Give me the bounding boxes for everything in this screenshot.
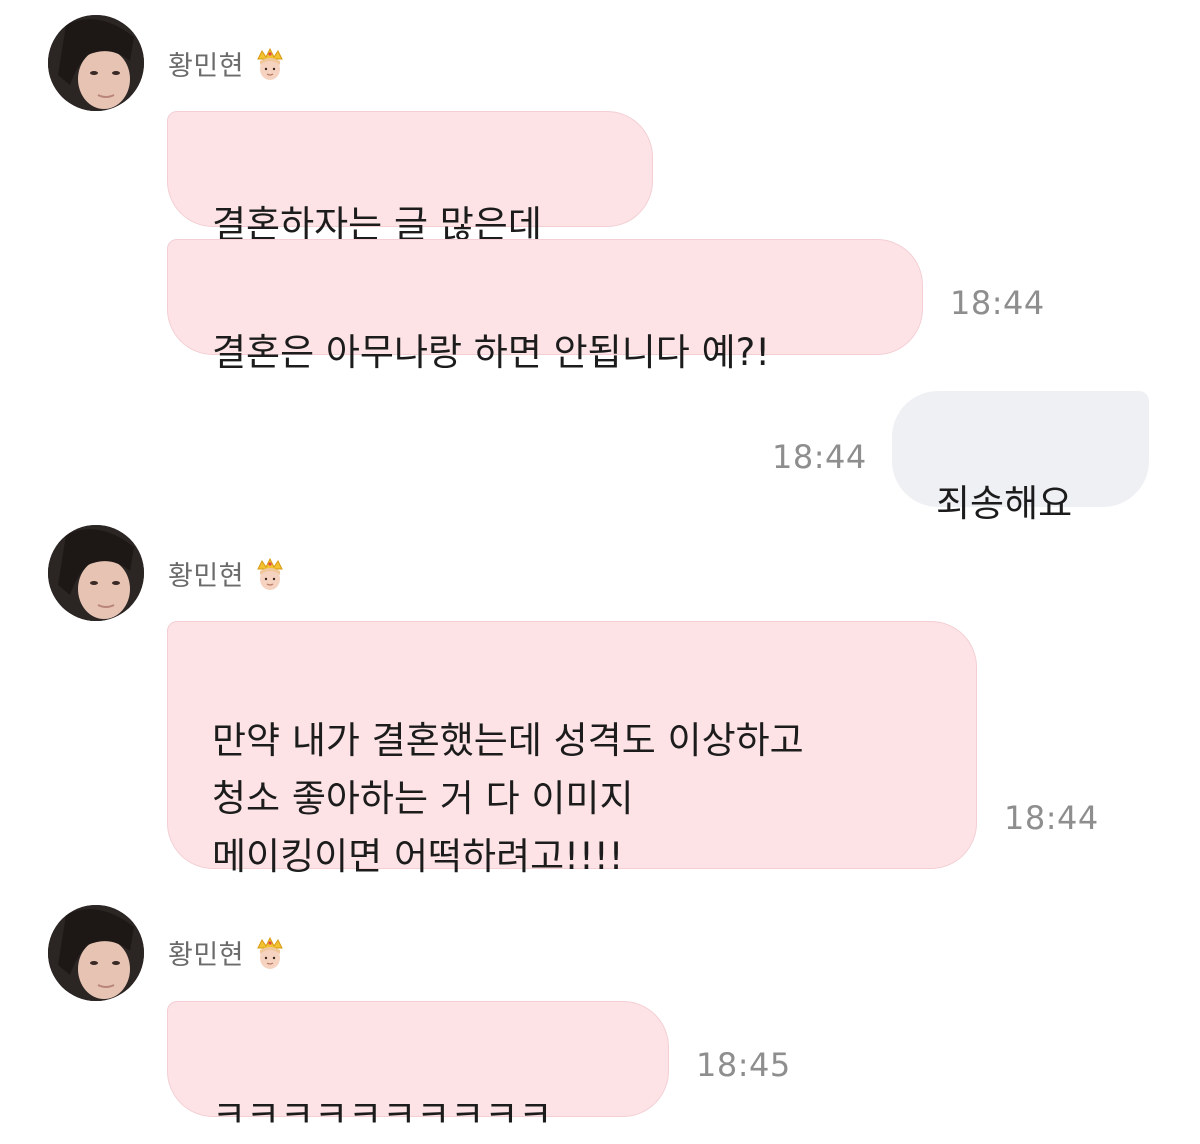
avatar[interactable] <box>48 525 144 621</box>
outgoing-message-bubble[interactable]: 죄송해요 <box>892 391 1149 525</box>
incoming-message-bubble[interactable]: 결혼하자는 글 많은데 <box>167 111 653 246</box>
profile-photo-icon <box>48 525 144 621</box>
profile-photo-icon <box>48 15 144 111</box>
prince-crown-icon <box>254 557 286 591</box>
message-timestamp: 18:45 <box>696 1046 791 1084</box>
message-timestamp: 18:44 <box>1004 799 1099 837</box>
chat-thread[interactable]: 황민현 결혼하자는 글 많은데 결혼은 아무나랑 하면 안됩니다 예?! 18:… <box>0 0 1200 1140</box>
sender-header: 황민현 <box>168 44 286 83</box>
incoming-message-bubble[interactable]: 만약 내가 결혼했는데 성격도 이상하고 청소 좋아하는 거 다 이미지 메이킹… <box>167 621 977 878</box>
avatar[interactable] <box>48 905 144 1001</box>
message-timestamp: 18:44 <box>772 438 867 476</box>
message-text: ㅋㅋㅋㅋㅋㅋㅋㅋㅋㅋ <box>212 1093 553 1136</box>
message-timestamp: 18:44 <box>950 284 1045 322</box>
message-text: 죄송해요 <box>936 482 1073 525</box>
incoming-message-bubble[interactable]: 결혼은 아무나랑 하면 안됩니다 예?! <box>167 239 923 374</box>
avatar[interactable] <box>48 15 144 111</box>
incoming-message-bubble[interactable]: ㅋㅋㅋㅋㅋㅋㅋㅋㅋㅋ <box>167 1001 669 1136</box>
prince-crown-icon <box>254 936 286 970</box>
sender-header: 황민현 <box>168 554 286 593</box>
sender-name: 황민현 <box>168 51 245 82</box>
sender-name: 황민현 <box>168 561 245 592</box>
sender-name: 황민현 <box>168 940 245 971</box>
profile-photo-icon <box>48 905 144 1001</box>
sender-header: 황민현 <box>168 933 286 972</box>
message-text: 만약 내가 결혼했는데 성격도 이상하고 청소 좋아하는 거 다 이미지 메이킹… <box>212 719 804 878</box>
message-text: 결혼은 아무나랑 하면 안됩니다 예?! <box>212 331 771 374</box>
prince-crown-icon <box>254 47 286 81</box>
